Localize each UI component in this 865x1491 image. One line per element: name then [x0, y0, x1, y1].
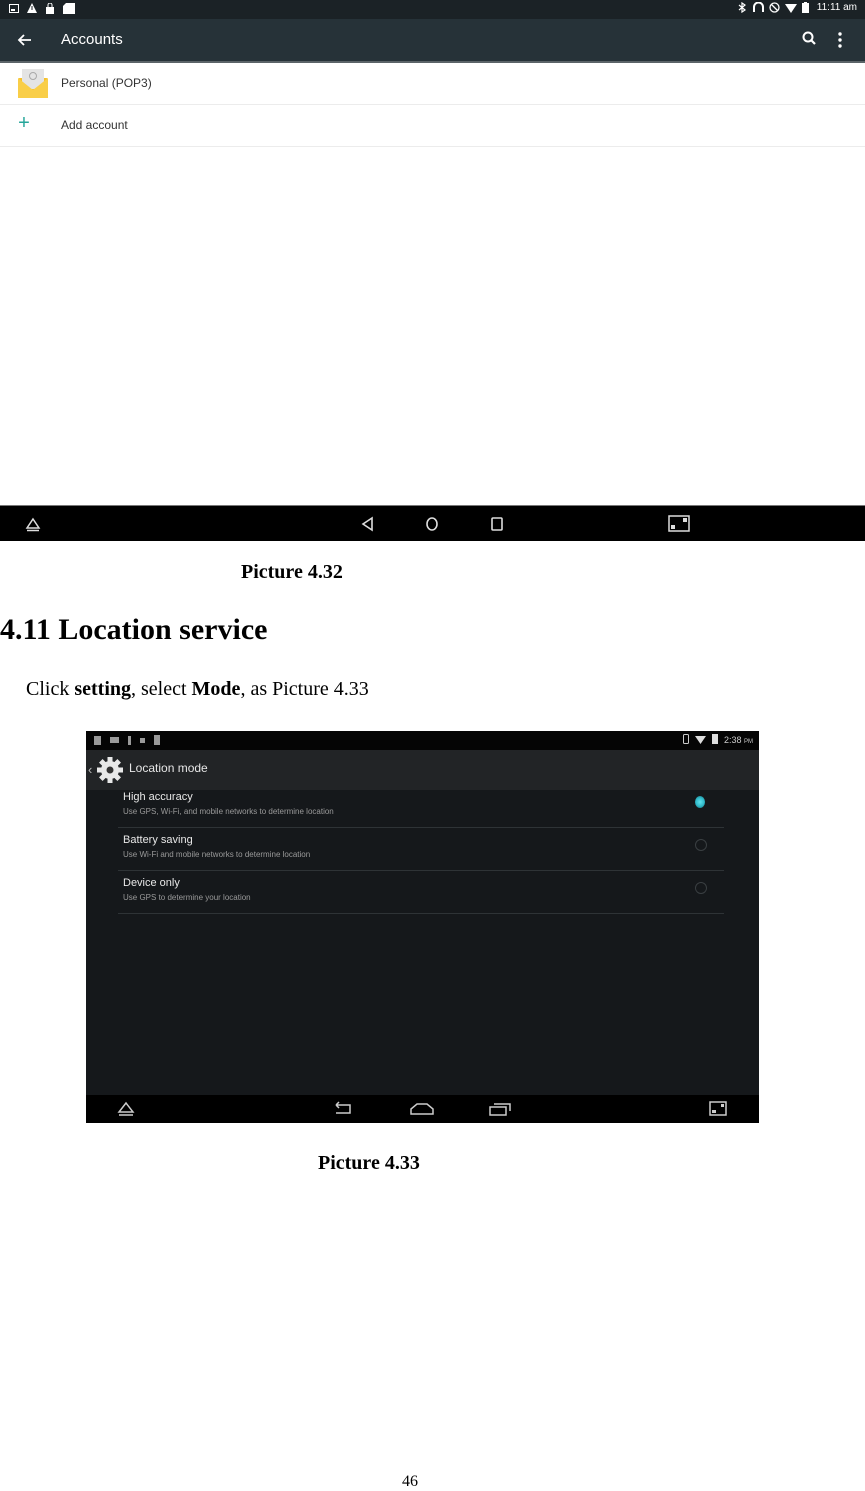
page-number: 46: [402, 1473, 418, 1490]
screenshot-icon: [9, 3, 19, 14]
action-bar-title: Location mode: [129, 761, 208, 775]
sd-card-icon: [154, 735, 160, 745]
more-vert-icon[interactable]: [835, 29, 845, 51]
battery-icon: [711, 734, 718, 746]
vibrate-icon: [682, 734, 689, 746]
mode-title: Device only: [123, 877, 180, 889]
do-not-disturb-icon: [769, 2, 780, 13]
radio-selected[interactable]: [695, 796, 705, 808]
screen-shot-icon[interactable]: [709, 1101, 727, 1117]
para-bold-setting: setting: [74, 678, 132, 700]
wifi-icon: [784, 2, 797, 13]
action-bar: ‹ Location mode: [86, 750, 759, 790]
time-ampm: PM: [744, 739, 753, 745]
time-value: 2:38: [723, 735, 742, 745]
up-icon[interactable]: [117, 1101, 135, 1117]
navigation-bar: [86, 1095, 759, 1123]
usb-icon: [128, 735, 131, 745]
instruction-paragraph: Click setting, select Mode, as Picture 4…: [26, 678, 369, 701]
para-text: , as Picture 4.33: [240, 678, 369, 700]
search-icon[interactable]: [800, 29, 820, 49]
back-icon[interactable]: [332, 1101, 354, 1117]
navigation-bar: [0, 505, 865, 541]
figure-caption: Picture 4.32: [241, 561, 343, 583]
back-icon[interactable]: [359, 515, 377, 533]
bluetooth-icon: [737, 1, 747, 14]
status-time: 11:11 am: [816, 2, 857, 13]
battery-icon: [801, 2, 811, 13]
settings-gear-icon[interactable]: [95, 755, 125, 785]
headset-icon: [752, 1, 764, 13]
recents-icon[interactable]: [489, 1101, 513, 1117]
account-item-personal[interactable]: Personal (POP3): [0, 63, 865, 105]
warning-icon: [27, 3, 37, 14]
up-icon[interactable]: [24, 515, 42, 533]
mode-item-battery-saving[interactable]: Battery saving Use Wi-Fi and mobile netw…: [118, 828, 724, 871]
email-notification-icon: [110, 737, 119, 743]
accounts-screenshot: 11:11 am Accounts Personal (POP3) + Add …: [0, 0, 865, 541]
home-icon[interactable]: [409, 1101, 435, 1117]
mode-subtitle: Use GPS to determine your location: [123, 893, 251, 902]
mode-item-device-only[interactable]: Device only Use GPS to determine your lo…: [118, 871, 724, 914]
figure-caption: Picture 4.33: [318, 1152, 420, 1174]
wifi-icon: [694, 735, 706, 746]
screen-shot-icon[interactable]: [668, 515, 690, 533]
account-label: Personal (POP3): [61, 76, 152, 90]
mode-subtitle: Use Wi-Fi and mobile networks to determi…: [123, 850, 311, 859]
mode-item-high-accuracy[interactable]: High accuracy Use GPS, Wi-Fi, and mobile…: [118, 785, 724, 828]
add-account-button[interactable]: + Add account: [0, 105, 865, 147]
mode-title: Battery saving: [123, 834, 193, 846]
toolbar: Accounts: [0, 19, 865, 63]
status-bar: 2:38 PM: [86, 731, 759, 750]
email-icon: [16, 66, 50, 100]
sd-card-icon: [63, 3, 75, 14]
location-mode-screenshot: 2:38 PM ‹ Location mode High accuracy Us…: [86, 731, 759, 1123]
upload-icon: [140, 737, 145, 743]
radio-unselected[interactable]: [695, 839, 707, 851]
lock-icon: [45, 2, 55, 14]
radio-unselected[interactable]: [695, 882, 707, 894]
status-time: 2:38 PM: [724, 735, 753, 745]
section-heading: 4.11 Location service: [0, 613, 268, 646]
add-account-label: Add account: [61, 118, 128, 132]
home-icon[interactable]: [423, 515, 441, 533]
status-bar: 11:11 am: [0, 0, 865, 19]
plus-icon: +: [18, 112, 30, 134]
arrow-back-icon[interactable]: [14, 29, 36, 51]
toolbar-title: Accounts: [61, 31, 123, 48]
para-bold-mode: Mode: [191, 678, 241, 700]
mode-subtitle: Use GPS, Wi-Fi, and mobile networks to d…: [123, 807, 334, 816]
para-text: Click: [26, 678, 75, 700]
notification-icon: [94, 735, 101, 745]
mode-title: High accuracy: [123, 791, 193, 803]
up-caret-icon[interactable]: ‹: [88, 762, 92, 777]
para-text: , select: [131, 678, 192, 700]
recents-icon[interactable]: [488, 515, 506, 533]
